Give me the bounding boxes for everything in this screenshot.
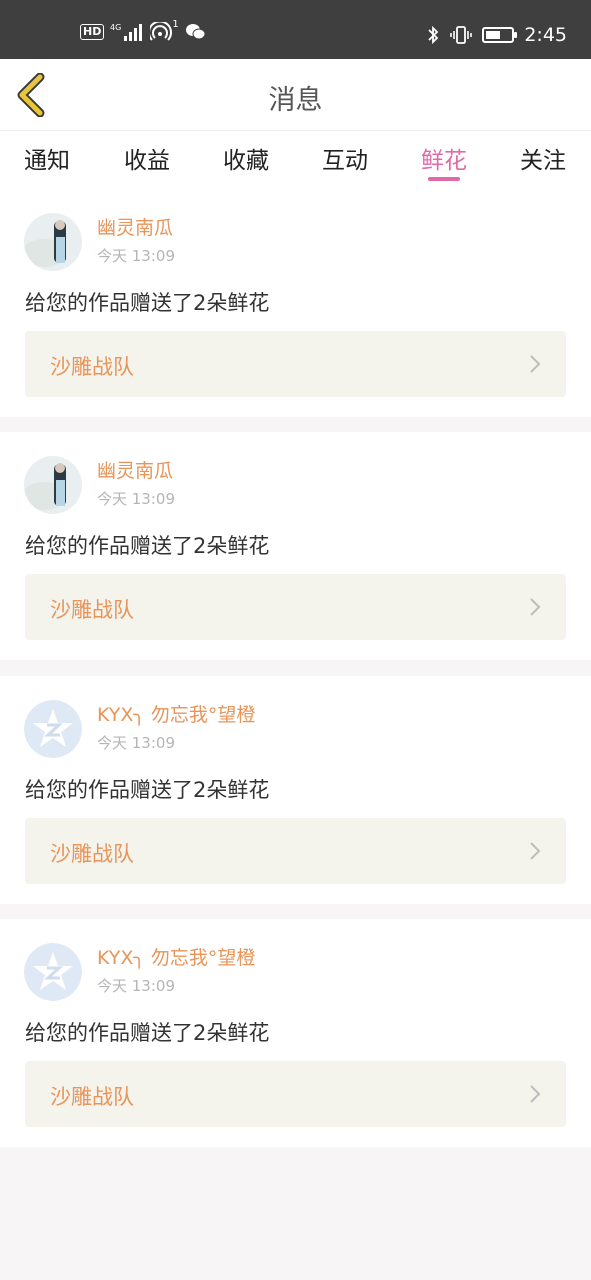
work-title: 沙雕战队 (50, 598, 134, 622)
notification-message: 给您的作品赠送了2朵鲜花 (25, 1021, 270, 1045)
tab-notifications[interactable]: 通知 (12, 141, 82, 175)
tab-interactions[interactable]: 互动 (310, 141, 380, 175)
timestamp: 今天 13:09 (97, 490, 175, 508)
tab-favorites[interactable]: 收藏 (211, 141, 281, 175)
work-link[interactable]: 沙雕战队 (25, 818, 566, 884)
tab-earnings[interactable]: 收益 (112, 141, 182, 175)
work-link[interactable]: 沙雕战队 (25, 574, 566, 640)
notification-message: 给您的作品赠送了2朵鲜花 (25, 291, 270, 315)
status-time: 2:45 (524, 24, 567, 46)
signal-icon: 4G (110, 23, 143, 41)
bluetooth-icon (428, 25, 439, 45)
notification-message: 给您的作品赠送了2朵鲜花 (25, 778, 270, 802)
page-title: 消息 (268, 85, 323, 116)
sender-username[interactable]: KYX╮ 勿忘我°望橙 (97, 700, 255, 727)
timestamp: 今天 13:09 (97, 247, 175, 265)
notification-card: 幽灵南瓜 今天 13:09 给您的作品赠送了2朵鲜花 沙雕战队 (0, 189, 591, 417)
timestamp: 今天 13:09 (97, 977, 175, 995)
chevron-right-icon (530, 842, 541, 860)
header: 消息 (0, 59, 591, 131)
status-left-icons: HD 4G 1 (80, 18, 207, 42)
active-tab-indicator (428, 177, 460, 181)
tab-following[interactable]: 关注 (508, 141, 578, 175)
photo-avatar-icon[interactable] (24, 213, 82, 271)
wechat-icon (185, 24, 206, 40)
qq-star-avatar-icon[interactable] (24, 700, 82, 758)
notification-count: 1 (172, 18, 179, 30)
qq-star-avatar-icon[interactable] (24, 943, 82, 1001)
sender-username[interactable]: 幽灵南瓜 (97, 456, 173, 483)
vibrate-icon (450, 26, 473, 44)
work-title: 沙雕战队 (50, 1085, 134, 1109)
svg-text:4G: 4G (110, 23, 121, 32)
notification-card: 幽灵南瓜 今天 13:09 给您的作品赠送了2朵鲜花 沙雕战队 (0, 432, 591, 660)
timestamp: 今天 13:09 (97, 734, 175, 752)
sender-username[interactable]: KYX╮ 勿忘我°望橙 (97, 943, 255, 970)
tab-bar: 通知 收益 收藏 互动 鲜花 关注 (0, 131, 591, 193)
hd-icon: HD (80, 24, 105, 40)
notification-card: KYX╮ 勿忘我°望橙 今天 13:09 给您的作品赠送了2朵鲜花 沙雕战队 (0, 676, 591, 904)
chevron-right-icon (530, 1085, 541, 1103)
photo-avatar-icon[interactable] (24, 456, 82, 514)
status-bar: HD 4G 1 2:45 (0, 0, 591, 59)
battery-icon (482, 27, 518, 43)
notification-card: KYX╮ 勿忘我°望橙 今天 13:09 给您的作品赠送了2朵鲜花 沙雕战队 (0, 919, 591, 1147)
status-right-icons: 2:45 (426, 24, 567, 46)
hotspot-icon (150, 22, 173, 41)
tab-flowers[interactable]: 鲜花 (409, 141, 479, 175)
notification-message: 给您的作品赠送了2朵鲜花 (25, 534, 270, 558)
work-link[interactable]: 沙雕战队 (25, 331, 566, 397)
work-title: 沙雕战队 (50, 355, 134, 379)
sender-username[interactable]: 幽灵南瓜 (97, 213, 173, 240)
work-link[interactable]: 沙雕战队 (25, 1061, 566, 1127)
chevron-right-icon (530, 598, 541, 616)
chevron-right-icon (530, 355, 541, 373)
work-title: 沙雕战队 (50, 842, 134, 866)
